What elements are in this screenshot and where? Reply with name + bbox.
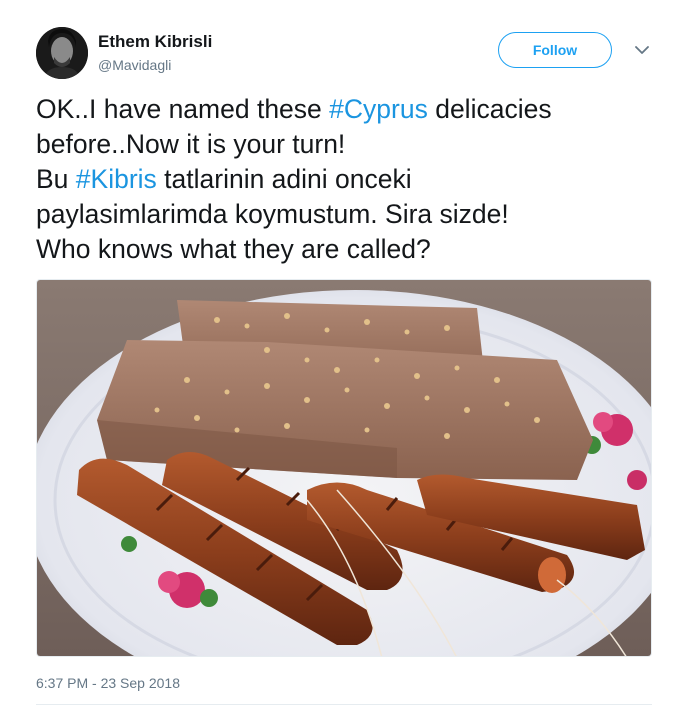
tweet-line-5: Who knows what they are called? xyxy=(36,234,431,264)
dessert-plate-image xyxy=(37,280,651,656)
tweet-text-segment: tatlarinin adini onceki xyxy=(156,164,412,194)
tweet-line-3: Bu #Kibris tatlarinin adini onceki xyxy=(36,162,656,197)
tweet-line-4: paylasimlarimda koymustum. Sira sizde! xyxy=(36,199,509,229)
tweet-text: OK..I have named these #Cyprus delicacie… xyxy=(36,92,656,267)
tweet-timestamp[interactable]: 6:37 PM - 23 Sep 2018 xyxy=(36,675,180,691)
tweet-photo[interactable] xyxy=(36,279,652,657)
avatar-photo xyxy=(36,27,88,79)
author-name[interactable]: Ethem Kibrisli xyxy=(98,32,212,52)
tweet-text-segment: Bu xyxy=(36,164,76,194)
tweet-line-1: OK..I have named these #Cyprus delicacie… xyxy=(36,92,656,127)
chevron-down-icon[interactable] xyxy=(632,42,652,58)
hashtag-kibris[interactable]: #Kibris xyxy=(76,164,157,194)
follow-button[interactable]: Follow xyxy=(498,32,612,68)
tweet-line-2: before..Now it is your turn! xyxy=(36,129,346,159)
avatar[interactable] xyxy=(36,27,88,79)
author-handle[interactable]: @Mavidagli xyxy=(98,57,171,73)
hashtag-cyprus[interactable]: #Cyprus xyxy=(329,94,428,124)
tweet-text-segment: OK..I have named these xyxy=(36,94,330,124)
divider xyxy=(36,704,652,705)
tweet-text-segment: delicacies xyxy=(427,94,552,124)
